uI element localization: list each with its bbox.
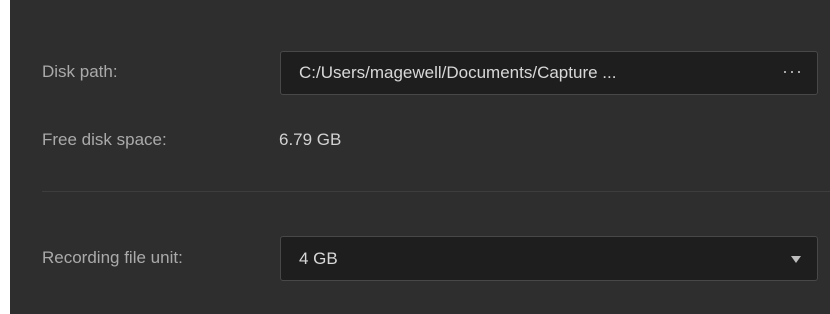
recording-file-unit-select[interactable]: 4 GB bbox=[280, 236, 818, 281]
browse-button[interactable]: ··· bbox=[782, 61, 803, 82]
dropdown-arrow-icon bbox=[791, 255, 801, 263]
free-disk-space-label: Free disk space: bbox=[42, 130, 167, 149]
section-divider bbox=[42, 191, 830, 192]
recording-file-unit-value: 4 GB bbox=[299, 248, 338, 268]
recording-file-unit-label: Recording file unit: bbox=[42, 248, 183, 267]
disk-path-value: C:/Users/magewell/Documents/Capture ... bbox=[299, 63, 617, 82]
free-disk-space-value: 6.79 GB bbox=[279, 130, 342, 149]
disk-path-field[interactable]: C:/Users/magewell/Documents/Capture ... … bbox=[280, 51, 818, 95]
settings-panel: Disk path: C:/Users/magewell/Documents/C… bbox=[10, 0, 830, 314]
disk-path-label: Disk path: bbox=[42, 62, 118, 81]
